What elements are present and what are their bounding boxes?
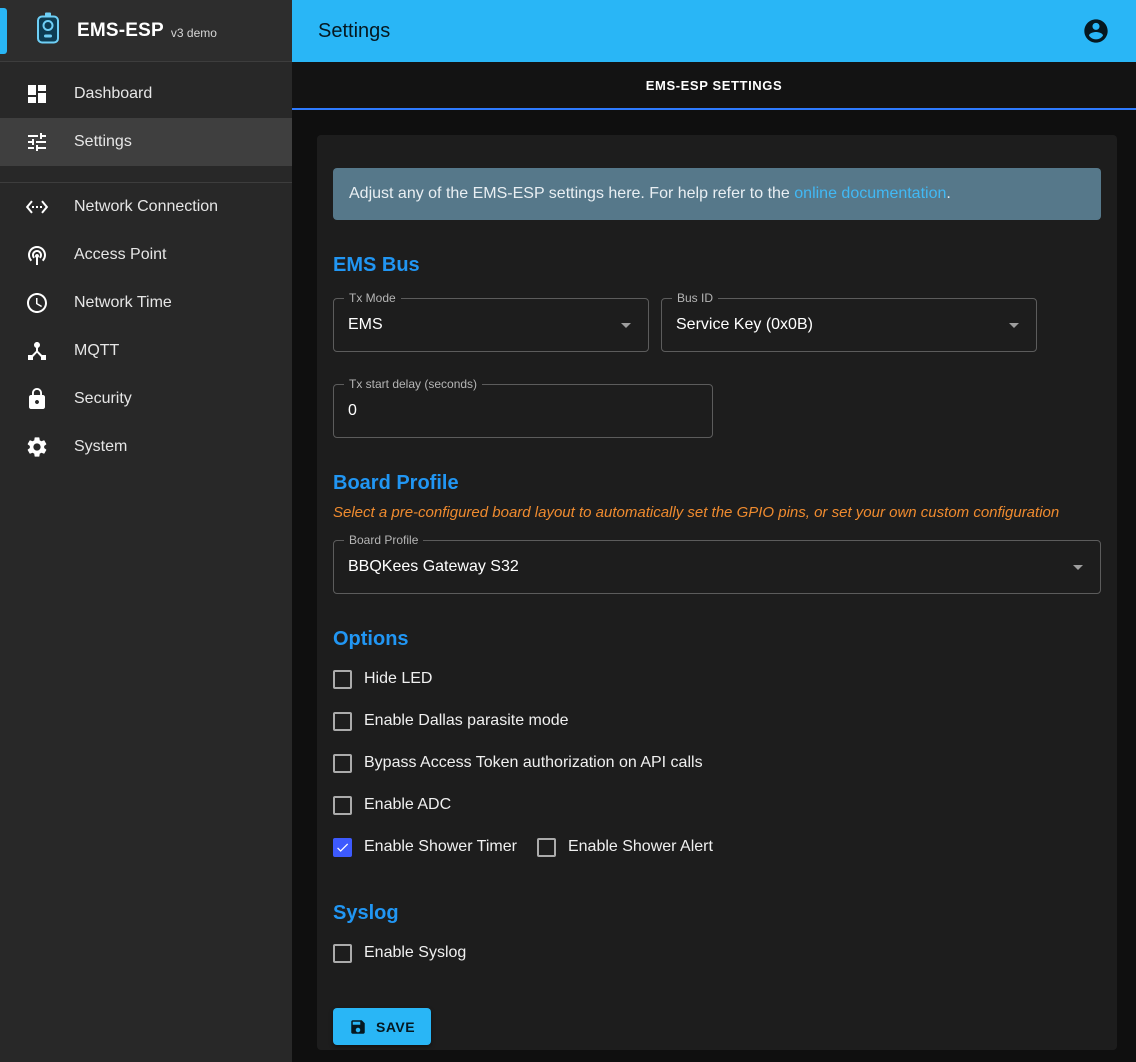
sidebar: EMS-ESP v3 demo Dashboard Settings Netwo… [0, 0, 292, 1062]
sidebar-item-label: Network Time [74, 294, 172, 312]
checkbox[interactable] [537, 838, 556, 857]
checkbox[interactable] [333, 754, 352, 773]
board-profile-label: Board Profile [344, 533, 423, 547]
sidebar-item-label: Settings [74, 133, 132, 151]
syslog-checkbox-group: Enable Syslog [333, 932, 1101, 974]
device-hub-icon [25, 339, 49, 363]
bypass-token-option[interactable]: Bypass Access Token authorization on API… [333, 742, 1101, 784]
sidebar-item-label: Access Point [74, 246, 166, 264]
dallas-parasite-option[interactable]: Enable Dallas parasite mode [333, 700, 1101, 742]
sidebar-item-label: Network Connection [74, 198, 218, 216]
tx-mode-select[interactable]: Tx Mode EMS [333, 298, 649, 352]
sidebar-item-mqtt[interactable]: MQTT [0, 327, 292, 375]
sidebar-item-label: Dashboard [74, 85, 152, 103]
app-version: v3 demo [171, 26, 217, 40]
hide-led-option[interactable]: Hide LED [333, 658, 1101, 700]
board-profile-hint: Select a pre-configured board layout to … [333, 504, 1101, 521]
enable-adc-option[interactable]: Enable ADC [333, 784, 1101, 826]
tune-icon [25, 130, 49, 154]
account-circle-icon[interactable] [1082, 17, 1110, 45]
sidebar-header: EMS-ESP v3 demo [0, 0, 292, 62]
board-profile-select[interactable]: Board Profile BBQKees Gateway S32 [333, 540, 1101, 594]
tx-mode-label: Tx Mode [344, 291, 401, 305]
section-title-options: Options [333, 628, 1101, 651]
bus-id-value: Service Key (0x0B) [676, 316, 813, 334]
sidebar-item-system[interactable]: System [0, 423, 292, 471]
sidebar-item-dashboard[interactable]: Dashboard [0, 70, 292, 118]
section-title-ems-bus: EMS Bus [333, 254, 1101, 277]
save-icon [349, 1018, 367, 1036]
checkbox-label: Enable Dallas parasite mode [364, 712, 569, 730]
bus-id-select[interactable]: Bus ID Service Key (0x0B) [661, 298, 1037, 352]
section-title-syslog: Syslog [333, 902, 1101, 925]
sidebar-item-network-time[interactable]: Network Time [0, 279, 292, 327]
gear-icon [25, 435, 49, 459]
dropdown-arrow-icon [1066, 555, 1090, 579]
shower-options-row: Enable Shower Timer Enable Shower Alert [333, 826, 1101, 868]
dropdown-arrow-icon [614, 313, 638, 337]
tx-start-delay-input[interactable]: Tx start delay (seconds) 0 [333, 384, 713, 438]
checkbox-label: Hide LED [364, 670, 432, 688]
clock-icon [25, 291, 49, 315]
checkbox-label: Enable Shower Timer [364, 838, 517, 856]
shower-timer-option[interactable]: Enable Shower Timer [333, 826, 517, 868]
lock-icon [25, 387, 49, 411]
shower-alert-option[interactable]: Enable Shower Alert [537, 826, 713, 868]
sidebar-item-label: MQTT [74, 342, 119, 360]
checkbox-label: Bypass Access Token authorization on API… [364, 754, 703, 772]
sidebar-item-settings[interactable]: Settings [0, 118, 292, 166]
dashboard-icon [25, 82, 49, 106]
main-area: Settings EMS-ESP SETTINGS Adjust any of … [292, 0, 1136, 1062]
tx-start-delay-label: Tx start delay (seconds) [344, 377, 482, 391]
checkbox-label: Enable ADC [364, 796, 451, 814]
sidebar-item-network-connection[interactable]: Network Connection [0, 183, 292, 231]
options-checkbox-group: Hide LED Enable Dallas parasite mode Byp… [333, 658, 1101, 868]
dropdown-arrow-icon [1002, 313, 1026, 337]
left-edge-accent [0, 8, 7, 54]
tab-ems-esp-settings[interactable]: EMS-ESP SETTINGS [640, 77, 789, 94]
sidebar-item-security[interactable]: Security [0, 375, 292, 423]
checkbox[interactable] [333, 796, 352, 815]
banner-text: Adjust any of the EMS-ESP settings here.… [349, 185, 794, 202]
checkbox[interactable] [333, 712, 352, 731]
content-area: Adjust any of the EMS-ESP settings here.… [292, 110, 1136, 1062]
section-title-board-profile: Board Profile [333, 472, 1101, 495]
save-button[interactable]: SAVE [333, 1008, 431, 1045]
sidebar-item-access-point[interactable]: Access Point [0, 231, 292, 279]
checkbox-label: Enable Shower Alert [568, 838, 713, 856]
tx-start-delay-value: 0 [348, 402, 357, 420]
info-banner: Adjust any of the EMS-ESP settings here.… [333, 168, 1101, 220]
checkbox[interactable] [333, 944, 352, 963]
board-profile-value: BBQKees Gateway S32 [348, 558, 519, 576]
ems-bus-fields-row: Tx Mode EMS Bus ID Service Key (0x0B) [333, 298, 1101, 352]
appbar: Settings [292, 0, 1136, 62]
settings-card: Adjust any of the EMS-ESP settings here.… [317, 135, 1117, 1050]
enable-syslog-option[interactable]: Enable Syslog [333, 932, 1101, 974]
sidebar-menu: Dashboard Settings Network Connection Ac… [0, 62, 292, 471]
sidebar-item-label: System [74, 438, 127, 456]
checkbox-label: Enable Syslog [364, 944, 466, 962]
checkbox[interactable] [333, 670, 352, 689]
sidebar-item-label: Security [74, 390, 132, 408]
settings-ethernet-icon [25, 195, 49, 219]
bus-id-label: Bus ID [672, 291, 718, 305]
checkbox[interactable] [333, 838, 352, 857]
banner-text-end: . [946, 185, 950, 202]
wifi-tethering-icon [25, 243, 49, 267]
page-title: Settings [318, 20, 390, 43]
save-button-label: SAVE [376, 1019, 415, 1035]
app-name: EMS-ESP [77, 20, 164, 42]
tab-bar: EMS-ESP SETTINGS [292, 62, 1136, 110]
tx-mode-value: EMS [348, 316, 383, 334]
online-documentation-link[interactable]: online documentation [794, 185, 946, 202]
app-logo-icon [36, 12, 60, 50]
